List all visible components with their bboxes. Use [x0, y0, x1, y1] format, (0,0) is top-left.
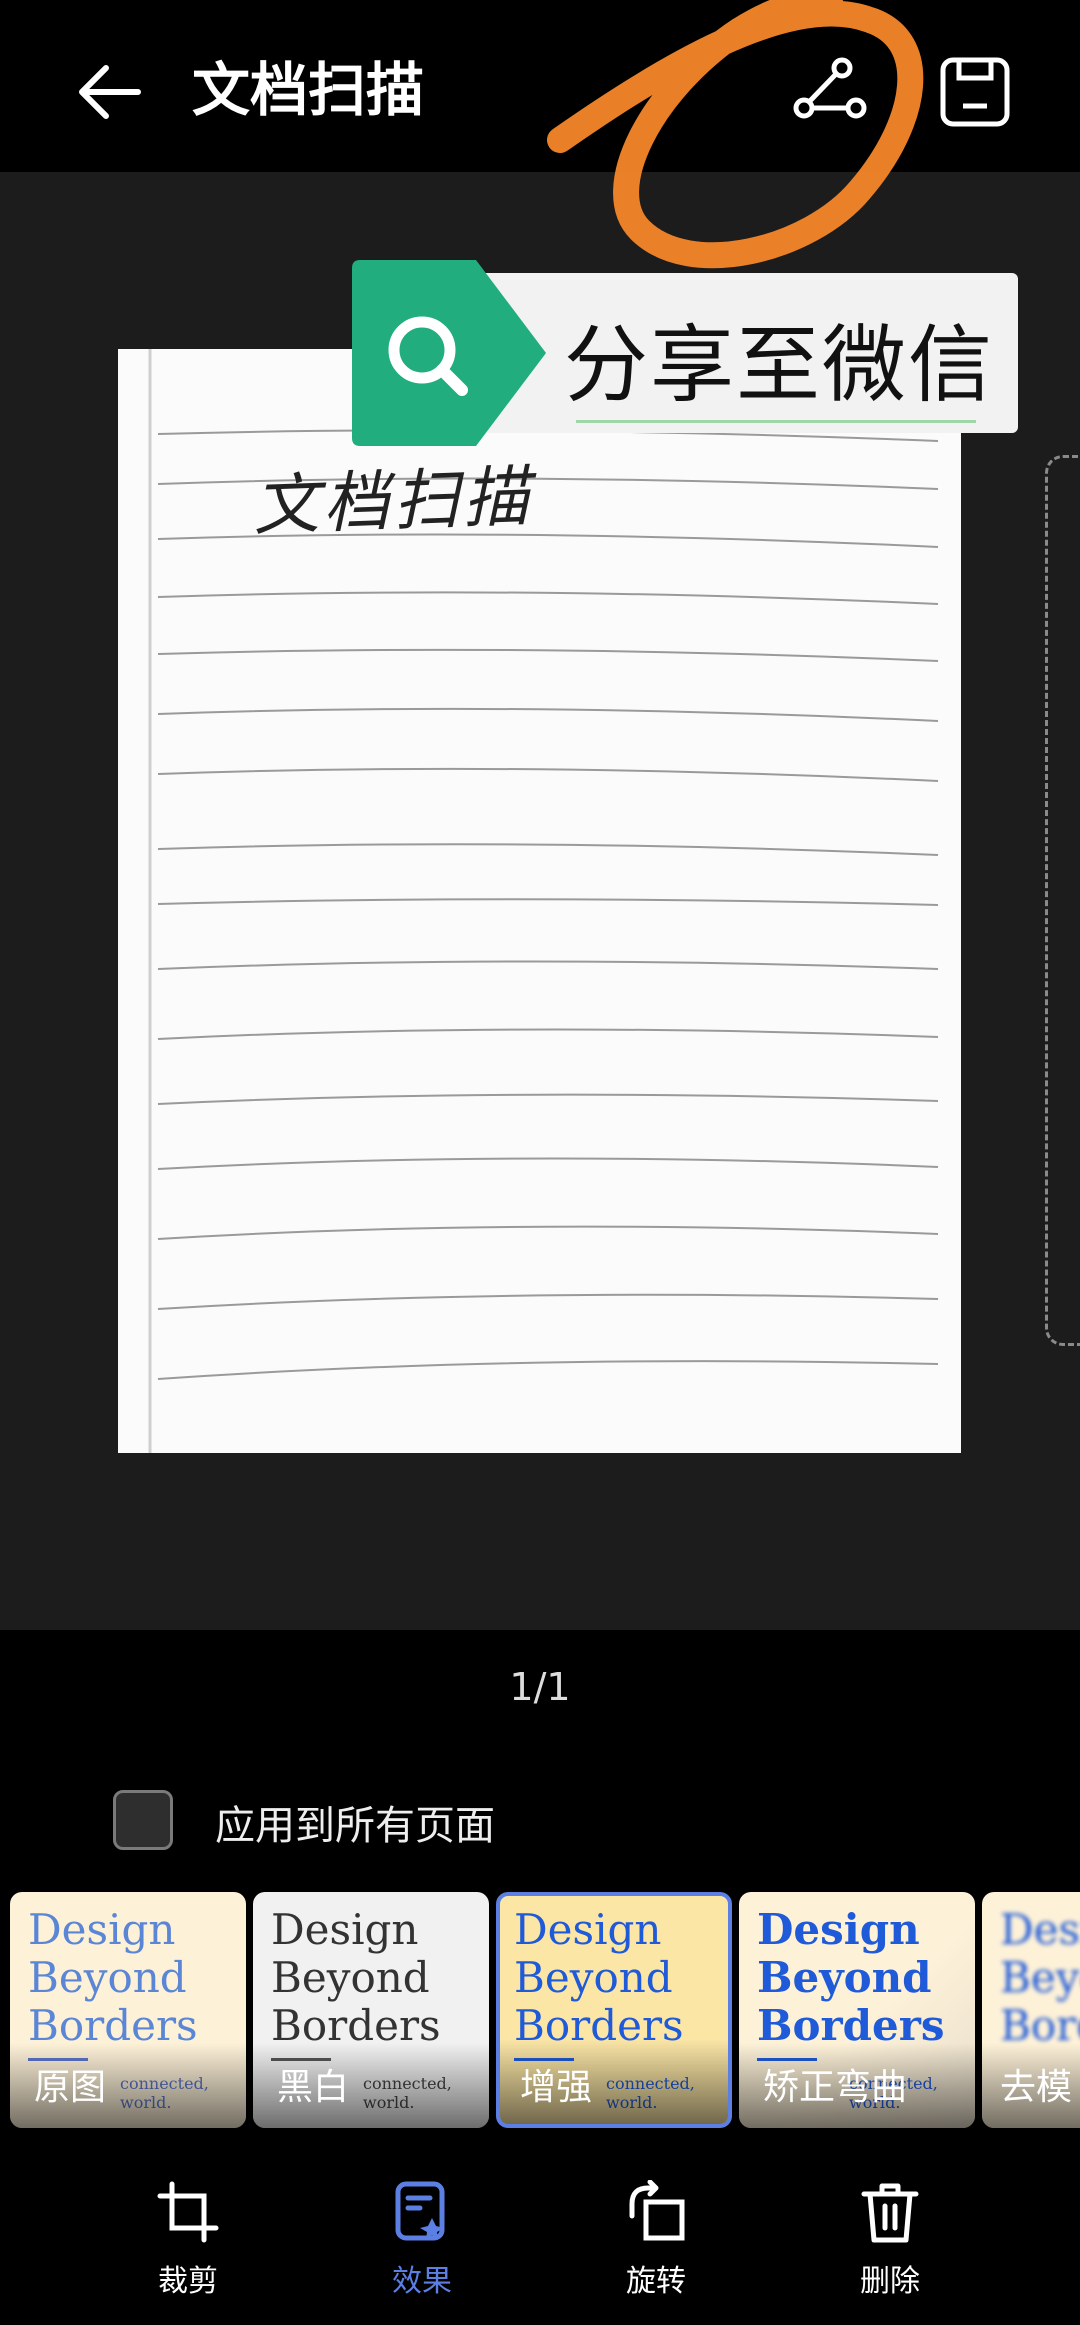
orange-scribble [547, 0, 924, 269]
apply-all-checkbox[interactable] [113, 1790, 173, 1850]
rotate-icon [629, 2180, 685, 2241]
nav-rotate[interactable]: 旋转 [576, 2180, 736, 2300]
share-to-wechat-tooltip[interactable]: 分享至微信 [346, 258, 1018, 446]
nav-label: 效果 [392, 2264, 452, 2299]
save-icon [940, 57, 1010, 127]
nav-crop[interactable]: 裁剪 [108, 2180, 268, 2300]
document-page[interactable] [118, 349, 961, 1453]
page-counter: 1/1 [509, 1665, 571, 1709]
effect-label: 去模 [1000, 2067, 1073, 2108]
search-tag [352, 260, 546, 446]
effect-preview-text: DesignBeyondBorders [757, 1905, 945, 2050]
effect-preview-text: DesignBeyondBorders [28, 1905, 198, 2050]
effect-black-white[interactable]: DesignBeyondBorders connected,world. 黑白 [253, 1892, 489, 2128]
save-button[interactable] [935, 52, 1015, 132]
effect-label: 增强 [520, 2067, 593, 2108]
ruled-lines [148, 349, 939, 1453]
next-page-edge [1045, 455, 1080, 1346]
back-button[interactable] [70, 52, 150, 132]
effect-enhance[interactable]: DesignBeyondBorders connected,world. 增强 [496, 1892, 732, 2128]
nav-label: 裁剪 [158, 2264, 218, 2299]
trash-icon [861, 2183, 919, 2243]
effect-preview-text: DesignBeyondBorders [514, 1905, 684, 2050]
crop-icon [157, 2181, 219, 2243]
apply-all-label: 应用到所有页面 [215, 1803, 495, 1849]
nav-label: 旋转 [626, 2264, 686, 2299]
effect-label: 黑白 [277, 2067, 350, 2108]
page-title: 文档扫描 [192, 56, 425, 124]
effect-preview-text: DesignBeyondBorders [1000, 1905, 1080, 2050]
effect-original[interactable]: DesignBeyondBorders connected,world. 原图 [10, 1892, 246, 2128]
nav-effects[interactable]: 效果 [342, 2180, 502, 2300]
effect-deblur[interactable]: DesignBeyondBorders 去模 [982, 1892, 1080, 2128]
tooltip-underline [576, 420, 976, 423]
effect-preview-text: DesignBeyondBorders [271, 1905, 441, 2050]
handwritten-title: 文档扫描 [251, 458, 535, 545]
back-arrow-icon [79, 65, 141, 119]
effect-label: 原图 [34, 2067, 107, 2108]
nav-delete[interactable]: 删除 [810, 2180, 970, 2300]
effects-icon [395, 2181, 445, 2241]
effect-label: 矫正弯曲 [763, 2067, 908, 2108]
tooltip-text: 分享至微信 [564, 316, 995, 414]
nav-label: 删除 [860, 2264, 920, 2299]
effect-dewarp[interactable]: DesignBeyondBorders connected,world. 矫正弯… [739, 1892, 975, 2128]
